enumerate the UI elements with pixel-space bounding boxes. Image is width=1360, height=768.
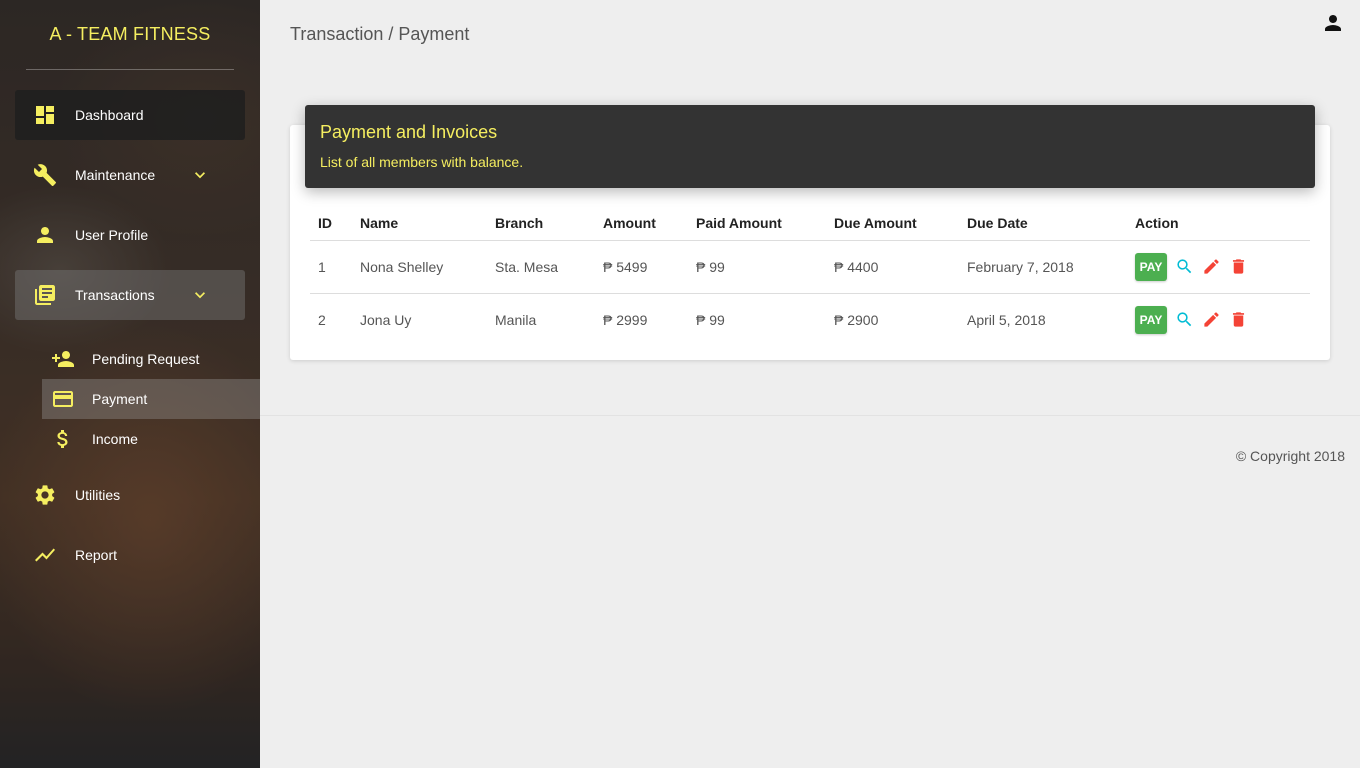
cell-amount: ₱ 2999 bbox=[603, 311, 648, 328]
sidebar-subitem-pending-request[interactable]: Pending Request bbox=[42, 339, 260, 379]
sidebar-subitem-label: Income bbox=[92, 431, 138, 447]
cell-branch: Sta. Mesa bbox=[487, 240, 595, 294]
cell-amount: ₱ 5499 bbox=[595, 240, 688, 294]
trending-line-icon bbox=[33, 543, 57, 567]
chevron-down-icon bbox=[190, 165, 210, 185]
sidebar-item-label: Maintenance bbox=[75, 167, 156, 183]
payments-table: ID Name Branch Amount Paid Amount Due Am… bbox=[310, 207, 1310, 346]
sidebar-item-label: Transactions bbox=[75, 287, 155, 303]
sidebar-subitem-label: Pending Request bbox=[92, 351, 200, 367]
sidebar-subitem-payment[interactable]: Payment bbox=[42, 379, 260, 419]
library-books-icon bbox=[33, 283, 57, 307]
cell-name: Nona Shelley bbox=[352, 240, 487, 294]
cell-due-amount: ₱ 4400 bbox=[826, 240, 959, 294]
column-header-due-date: Due Date bbox=[959, 207, 1127, 241]
column-header-action: Action bbox=[1127, 207, 1310, 241]
column-header-name: Name bbox=[352, 207, 487, 241]
edit-icon[interactable] bbox=[1202, 257, 1221, 276]
edit-icon[interactable] bbox=[1202, 310, 1221, 329]
cell-due-date: April 5, 2018 bbox=[967, 311, 1046, 328]
footer-divider bbox=[260, 415, 1360, 416]
column-header-id: ID bbox=[310, 207, 352, 241]
card-header: Payment and Invoices List of all members… bbox=[305, 105, 1315, 188]
person-add-icon bbox=[51, 347, 75, 371]
cell-due-amount: ₱ 2900 bbox=[834, 311, 879, 328]
breadcrumb: Transaction / Payment bbox=[290, 24, 470, 44]
sidebar-item-dashboard[interactable]: Dashboard bbox=[15, 90, 245, 140]
sidebar-item-label: Report bbox=[75, 547, 118, 563]
sidebar-subitem-income[interactable]: Income bbox=[42, 419, 260, 459]
sidebar-item-report[interactable]: Report bbox=[15, 530, 245, 580]
cell-name: Jona Uy bbox=[360, 311, 412, 328]
delete-icon[interactable] bbox=[1229, 257, 1248, 276]
credit-card-icon bbox=[51, 387, 75, 411]
pay-button[interactable]: PAY bbox=[1135, 252, 1167, 281]
column-header-paid-amount: Paid Amount bbox=[688, 207, 826, 241]
table-row: 1 Nona Shelley Sta. Mesa ₱ 5499 ₱ 99 ₱ 4… bbox=[310, 240, 1310, 294]
copyright-text: © Copyright 2018 bbox=[1235, 448, 1345, 464]
sidebar-item-label: User Profile bbox=[75, 227, 149, 243]
cell-paid-amount: ₱ 99 bbox=[688, 240, 826, 294]
gear-icon bbox=[33, 483, 57, 507]
sidebar-item-label: Utilities bbox=[75, 487, 121, 503]
cell-actions: PAY bbox=[1127, 240, 1310, 294]
cell-actions: PAY bbox=[1127, 293, 1310, 346]
cell-id: 2 bbox=[318, 311, 326, 328]
search-icon[interactable] bbox=[1175, 257, 1194, 276]
chevron-down-icon bbox=[190, 285, 210, 305]
sidebar-subitem-label: Payment bbox=[92, 391, 148, 407]
cell-paid-amount: ₱ 99 bbox=[696, 311, 725, 328]
cell-id: 1 bbox=[310, 240, 352, 294]
column-header-amount: Amount bbox=[595, 207, 688, 241]
card-subtitle: List of all members with balance. bbox=[320, 154, 524, 170]
column-header-branch: Branch bbox=[487, 207, 595, 241]
wrench-icon bbox=[33, 163, 57, 187]
sidebar-item-user-profile[interactable]: User Profile bbox=[15, 210, 245, 260]
dashboard-icon bbox=[33, 103, 57, 127]
card-title: Payment and Invoices bbox=[320, 122, 498, 142]
table-row: 2 Jona Uy Manila ₱ 2999 ₱ 99 ₱ 2900 Apri… bbox=[310, 293, 1310, 346]
dollar-icon bbox=[51, 427, 75, 451]
sidebar: A - TEAM FITNESS Dashboard Maintenance U… bbox=[0, 0, 260, 768]
cell-branch: Manila bbox=[495, 311, 537, 328]
sidebar-item-transactions[interactable]: Transactions bbox=[15, 270, 245, 320]
account-icon[interactable] bbox=[1321, 11, 1345, 35]
column-header-due-amount: Due Amount bbox=[826, 207, 959, 241]
brand-title: A - TEAM FITNESS bbox=[49, 24, 211, 44]
table-header-row: ID Name Branch Amount Paid Amount Due Am… bbox=[310, 207, 1310, 241]
search-icon[interactable] bbox=[1175, 310, 1194, 329]
sidebar-item-maintenance[interactable]: Maintenance bbox=[15, 150, 245, 200]
cell-due-date: February 7, 2018 bbox=[959, 240, 1127, 294]
sidebar-item-utilities[interactable]: Utilities bbox=[15, 470, 245, 520]
pay-button[interactable]: PAY bbox=[1135, 305, 1167, 334]
brand-divider bbox=[26, 69, 234, 70]
sidebar-item-label: Dashboard bbox=[75, 107, 144, 123]
delete-icon[interactable] bbox=[1229, 310, 1248, 329]
person-icon bbox=[33, 223, 57, 247]
